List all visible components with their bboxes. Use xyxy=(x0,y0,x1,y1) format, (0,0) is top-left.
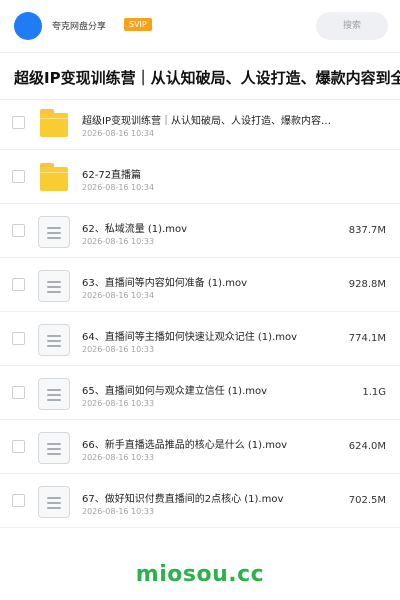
row-checkbox[interactable] xyxy=(12,116,25,129)
file-date: 2026-08-16 10:33 xyxy=(82,237,155,246)
folder-title-bar: 超级IP变现训练营｜从认知破局、人设打造、爆款内容到全 xyxy=(0,52,400,100)
folder-icon xyxy=(38,108,70,140)
video-file-icon xyxy=(38,378,70,410)
list-item[interactable]: 62-72直播篇 2026-08-16 10:34 xyxy=(0,150,400,204)
file-size: 928.8M xyxy=(348,279,386,290)
file-name: 66、新手直播选品推品的核心是什么 (1).mov xyxy=(82,440,288,451)
list-item[interactable]: 65、直播间如何与观众建立信任 (1).mov 2026-08-16 10:33… xyxy=(0,366,400,420)
video-file-icon xyxy=(38,432,70,464)
row-checkbox[interactable] xyxy=(12,332,25,345)
page-title: 超级IP变现训练营｜从认知破局、人设打造、爆款内容到全 xyxy=(14,69,400,87)
file-name: 超级IP变现训练营｜从认知破局、人设打造、爆款内容… xyxy=(82,116,331,127)
avatar[interactable] xyxy=(14,12,42,40)
file-name: 67、做好知识付费直播间的2点核心 (1).mov xyxy=(82,494,284,505)
row-checkbox[interactable] xyxy=(12,386,25,399)
list-item[interactable]: 64、直播间等主播如何快速让观众记住 (1).mov 2026-08-16 10… xyxy=(0,312,400,366)
video-file-icon xyxy=(38,216,70,248)
row-checkbox[interactable] xyxy=(12,440,25,453)
file-name: 62、私域流量 (1).mov xyxy=(82,224,188,235)
list-item[interactable]: 63、直播间等内容如何准备 (1).mov 2026-08-16 10:34 9… xyxy=(0,258,400,312)
file-date: 2026-08-16 10:33 xyxy=(82,453,155,462)
header: 夸克网盘分享 SVIP 搜索 xyxy=(0,0,400,52)
list-item[interactable]: 67、做好知识付费直播间的2点核心 (1).mov 2026-08-16 10:… xyxy=(0,474,400,528)
list-item[interactable]: 66、新手直播选品推品的核心是什么 (1).mov 2026-08-16 10:… xyxy=(0,420,400,474)
row-checkbox[interactable] xyxy=(12,170,25,183)
folder-icon xyxy=(38,162,70,194)
file-size: 1.1G xyxy=(362,387,386,398)
row-checkbox[interactable] xyxy=(12,278,25,291)
file-name: 65、直播间如何与观众建立信任 (1).mov xyxy=(82,386,268,397)
list-item[interactable]: 62、私域流量 (1).mov 2026-08-16 10:33 837.7M xyxy=(0,204,400,258)
file-list: 超级IP变现训练营｜从认知破局、人设打造、爆款内容… 2026-08-16 10… xyxy=(0,96,400,528)
file-name: 64、直播间等主播如何快速让观众记住 (1).mov xyxy=(82,332,298,343)
file-date: 2026-08-16 10:34 xyxy=(82,129,155,138)
file-date: 2026-08-16 10:33 xyxy=(82,507,155,516)
file-name: 63、直播间等内容如何准备 (1).mov xyxy=(82,278,248,289)
file-size: 774.1M xyxy=(348,333,386,344)
file-date: 2026-08-16 10:34 xyxy=(82,183,155,192)
username: 夸克网盘分享 xyxy=(52,22,107,32)
file-date: 2026-08-16 10:34 xyxy=(82,291,155,300)
file-size: 702.5M xyxy=(348,495,386,506)
svip-badge: SVIP xyxy=(124,18,152,31)
file-date: 2026-08-16 10:33 xyxy=(82,345,155,354)
video-file-icon xyxy=(38,324,70,356)
file-size: 624.0M xyxy=(348,441,386,452)
search-button[interactable]: 搜索 xyxy=(316,12,388,40)
site-watermark: miosou.cc xyxy=(135,562,265,587)
file-size: 837.7M xyxy=(348,225,386,236)
video-file-icon xyxy=(38,486,70,518)
row-checkbox[interactable] xyxy=(12,494,25,507)
video-file-icon xyxy=(38,270,70,302)
list-item[interactable]: 超级IP变现训练营｜从认知破局、人设打造、爆款内容… 2026-08-16 10… xyxy=(0,96,400,150)
row-checkbox[interactable] xyxy=(12,224,25,237)
file-name: 62-72直播篇 xyxy=(82,170,142,181)
file-date: 2026-08-16 10:33 xyxy=(82,399,155,408)
